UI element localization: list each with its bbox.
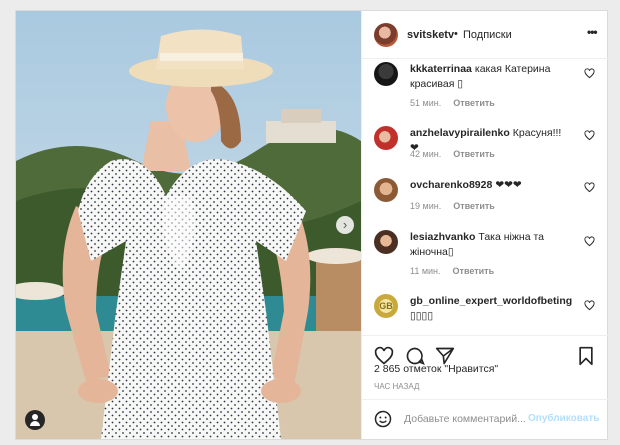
comment-like-heart-icon[interactable] — [584, 130, 595, 141]
comment-time: 11 мин. — [410, 266, 441, 276]
emoji-icon[interactable] — [374, 410, 392, 428]
comment-time: 19 мин. — [410, 201, 442, 211]
woman-in-polka-dot-dress-image — [16, 11, 361, 439]
comment-text: ovcharenko8928 ❤❤❤ — [410, 178, 570, 193]
author-username[interactable]: svitsketv — [407, 29, 454, 41]
tagged-users-icon[interactable] — [25, 410, 45, 430]
header-separator: • — [454, 28, 458, 40]
comment-body: ▯▯▯▯ — [410, 310, 434, 322]
comment-text: lesiazhvanko Така ніжна та жіночна▯ — [410, 230, 570, 260]
commenter-avatar[interactable] — [374, 126, 398, 150]
author-avatar[interactable] — [374, 23, 398, 47]
comment-input[interactable] — [404, 410, 526, 428]
comment-username[interactable]: anzhelavypirailenko — [410, 127, 510, 139]
comment-like-heart-icon[interactable] — [584, 236, 595, 247]
following-button[interactable]: Подписки — [463, 29, 512, 41]
comment-meta: 51 мин. Ответить — [410, 98, 495, 108]
comment-username[interactable]: ovcharenko8928 — [410, 179, 492, 191]
publish-button[interactable]: Опубликовать — [528, 413, 599, 424]
bookmark-icon[interactable] — [576, 346, 596, 366]
reply-button[interactable]: Ответить — [453, 149, 495, 159]
comment-body: ❤❤❤ — [495, 179, 522, 191]
reply-button[interactable]: Ответить — [453, 266, 495, 276]
comment-username[interactable]: gb_online_expert_worldofbeting — [410, 295, 572, 307]
add-comment-bar: Опубликовать — [362, 399, 608, 440]
post-photo[interactable]: › — [16, 11, 361, 439]
comment-text: gb_online_expert_worldofbeting ▯▯▯▯ — [410, 294, 585, 324]
comment-like-heart-icon[interactable] — [584, 68, 595, 79]
commenter-avatar[interactable] — [374, 178, 398, 202]
next-photo-button[interactable]: › — [336, 216, 354, 234]
comment-time: 51 мин. — [410, 98, 442, 108]
more-options-icon[interactable]: ••• — [587, 25, 598, 39]
commenter-avatar[interactable] — [374, 230, 398, 254]
comment-username[interactable]: lesiazhvanko — [410, 231, 475, 243]
comment-meta: 42 мин. Ответить — [410, 149, 495, 159]
comment-like-heart-icon[interactable] — [584, 300, 595, 311]
comment-time: 42 мин. — [410, 149, 442, 159]
instagram-post: › svitsketv • Подписки ••• kkkaterrinaa к… — [15, 10, 608, 440]
post-sidebar: svitsketv • Подписки ••• kkkaterrinaa как… — [361, 11, 608, 439]
reply-button[interactable]: Ответить — [453, 98, 495, 108]
post-header: svitsketv • Подписки ••• — [362, 11, 608, 59]
reply-button[interactable]: Ответить — [453, 201, 495, 211]
comment-username[interactable]: kkkaterrinaa — [410, 63, 472, 75]
post-timestamp: час назад — [374, 382, 420, 391]
comment-meta: 19 мин. Ответить — [410, 201, 495, 211]
commenter-avatar[interactable] — [374, 62, 398, 86]
comment-like-heart-icon[interactable] — [584, 182, 595, 193]
likes-count[interactable]: 2 865 отметок "Нравится" — [374, 363, 498, 375]
comment-text: kkkaterrinaa какая Катерина красивая ▯ — [410, 62, 570, 92]
commenter-avatar[interactable]: GB — [374, 294, 398, 318]
comment-meta: 11 мин. Ответить — [410, 266, 494, 276]
